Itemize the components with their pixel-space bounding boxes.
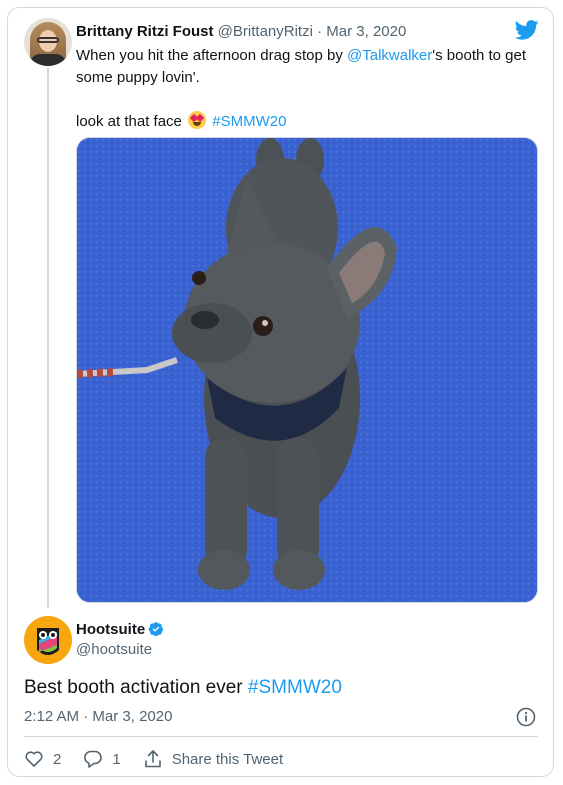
quoted-author-handle[interactable]: @BrittanyRitzi: [218, 23, 313, 40]
brittany-avatar[interactable]: [24, 18, 72, 66]
tweet-timestamp[interactable]: 2:12 AM · Mar 3, 2020: [24, 708, 172, 725]
quoted-separator: ·: [312, 23, 327, 40]
share-tweet-button[interactable]: Share this Tweet: [143, 749, 283, 769]
main-tweet-text: Best booth activation ever #SMMW20: [24, 677, 342, 699]
quoted-tweet-text: When you hit the afternoon drag stop by …: [76, 45, 536, 133]
smmw20-hashtag-link[interactable]: #SMMW20: [212, 113, 286, 130]
quoted-tweet-header: Brittany Ritzi Foust @BrittanyRitzi · Ma…: [76, 23, 406, 40]
thread-connector-line: [47, 68, 49, 608]
like-button[interactable]: 2: [24, 749, 61, 769]
verified-badge-icon: [148, 622, 164, 637]
quoted-author-name[interactable]: Brittany Ritzi Foust: [76, 23, 214, 40]
dog-illustration: [77, 138, 537, 602]
twitter-bird-icon[interactable]: [515, 20, 539, 40]
like-count: 2: [53, 750, 62, 768]
main-author-name[interactable]: Hootsuite: [76, 621, 145, 638]
quoted-text-part1: When you hit the afternoon drag stop by: [76, 47, 348, 64]
share-icon: [144, 750, 161, 768]
tweet-actions-bar: 2 1 Share this Tweet: [24, 748, 305, 770]
actions-divider: [24, 736, 538, 737]
reply-count: 1: [112, 750, 121, 768]
main-author-handle[interactable]: @hootsuite: [76, 641, 152, 658]
hootsuite-avatar[interactable]: [24, 616, 72, 664]
main-tweet-body: Best booth activation ever: [24, 677, 248, 698]
tweet-meta-separator: ·: [79, 708, 93, 725]
heart-eyes-emoji-icon: [188, 111, 207, 129]
share-label: Share this Tweet: [171, 750, 284, 768]
main-author-line: Hootsuite: [76, 621, 164, 638]
talkwalker-mention-link[interactable]: @Talkwalker: [347, 47, 432, 64]
reply-icon: [84, 750, 103, 768]
heart-icon: [25, 751, 43, 767]
info-icon[interactable]: [516, 707, 536, 727]
tweet-time: 2:12 AM: [24, 708, 80, 725]
tweet-date: Mar 3, 2020: [92, 708, 173, 725]
quoted-date[interactable]: Mar 3, 2020: [326, 23, 406, 40]
hootsuite-owl-logo-icon: [24, 616, 72, 664]
main-smmw20-hashtag-link[interactable]: #SMMW20: [248, 677, 342, 698]
french-bulldog-photo[interactable]: [76, 137, 538, 603]
reply-button[interactable]: 1: [83, 749, 121, 769]
quoted-text-line2: look at that face: [76, 113, 187, 130]
